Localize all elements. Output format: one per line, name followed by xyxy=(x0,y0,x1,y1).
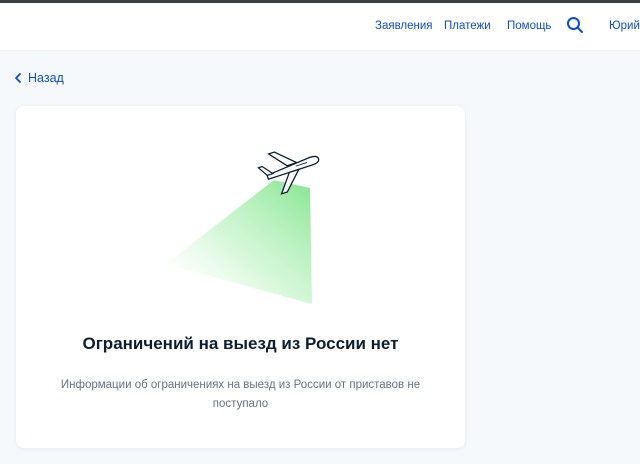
airplane-icon xyxy=(166,151,320,304)
nav-link-help[interactable]: Помощь xyxy=(507,20,551,32)
nav-link-payments[interactable]: Платежи xyxy=(444,20,491,32)
card-description: Информации об ограничениях на выезд из Р… xyxy=(60,379,421,410)
chevron-left-icon xyxy=(15,73,21,83)
result-card: Ограничений на выезд из России нет Инфор… xyxy=(16,106,465,448)
page: Заявления Платежи Помощь Юрий Назад Огра… xyxy=(0,0,640,464)
user-name[interactable]: Юрий xyxy=(609,20,640,32)
back-button[interactable]: Назад xyxy=(14,70,64,86)
back-label: Назад xyxy=(28,71,64,85)
search-icon[interactable] xyxy=(566,16,584,34)
card-title: Ограничений на выезд из России нет xyxy=(82,334,399,353)
header: Заявления Платежи Помощь Юрий xyxy=(0,3,640,51)
nav-link-applications[interactable]: Заявления xyxy=(375,20,433,32)
